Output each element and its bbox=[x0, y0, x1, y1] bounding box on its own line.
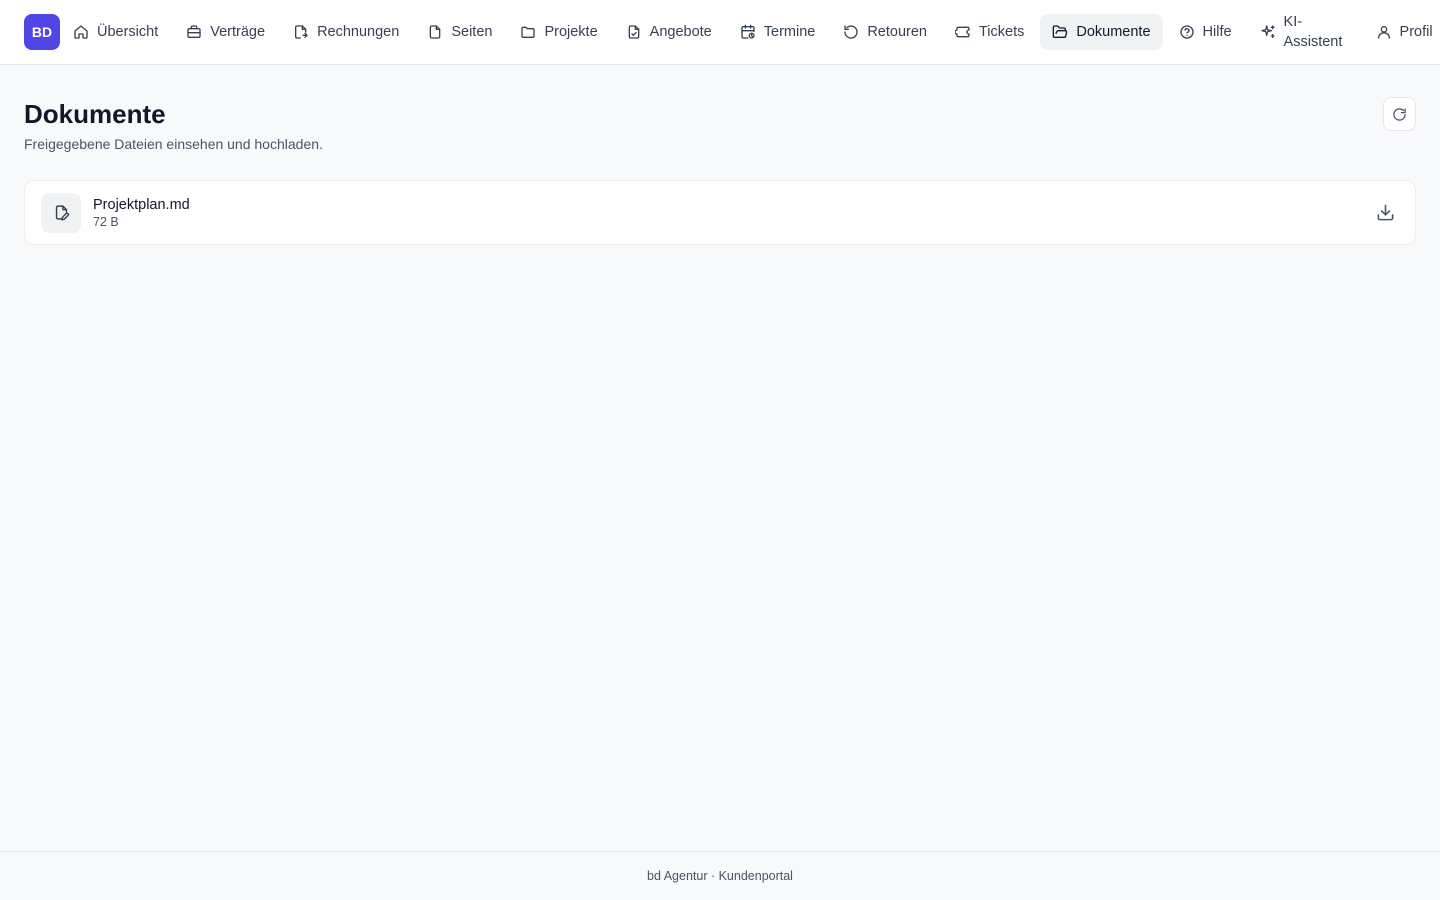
nav-item-label: Seiten bbox=[451, 24, 493, 40]
nav-item-label: Verträge bbox=[210, 24, 266, 40]
nav-item-label: KI-Assistent bbox=[1283, 14, 1343, 50]
file-size: 72 B bbox=[93, 215, 119, 229]
file-meta: Projektplan.md 72 B bbox=[93, 196, 190, 229]
page-header: Dokumente Freigegebene Dateien einsehen … bbox=[24, 97, 1416, 152]
nav-item-label: Termine bbox=[763, 24, 816, 40]
file-icon bbox=[427, 24, 443, 40]
home-icon bbox=[73, 24, 89, 40]
nav-item-seiten[interactable]: Seiten bbox=[415, 14, 504, 50]
nav-item-ki-assistent[interactable]: KI-Assistent bbox=[1248, 10, 1360, 54]
footer-text: bd Agentur · Kundenportal bbox=[647, 869, 793, 883]
folder-icon bbox=[520, 24, 536, 40]
nav-item-angebote[interactable]: Angebote bbox=[614, 14, 724, 50]
avatar[interactable]: BD bbox=[24, 14, 60, 50]
nav-item-label: Rechnungen bbox=[317, 24, 400, 40]
nav-item-label: Profil bbox=[1399, 24, 1433, 40]
download-button[interactable] bbox=[1371, 199, 1399, 227]
refresh-icon bbox=[1392, 107, 1407, 122]
nav-item-projekte[interactable]: Projekte bbox=[508, 14, 609, 50]
nav-item-label: Retouren bbox=[867, 24, 927, 40]
folder-open-icon bbox=[1052, 24, 1068, 40]
invoice-icon bbox=[293, 24, 309, 40]
nav-item-label: Projekte bbox=[544, 24, 598, 40]
briefcase-icon bbox=[186, 24, 202, 40]
help-circle-icon bbox=[1179, 24, 1195, 40]
undo-icon bbox=[843, 24, 859, 40]
file-edit-icon bbox=[41, 192, 81, 233]
nav-item-label: Hilfe bbox=[1202, 24, 1232, 40]
nav-item-label: Dokumente bbox=[1076, 24, 1151, 40]
nav-item-retouren[interactable]: Retouren bbox=[831, 14, 939, 50]
page-title: Dokumente bbox=[24, 99, 166, 129]
top-navigation-bar: BD Übersicht Verträge Rechnungen Seiten bbox=[0, 0, 1440, 65]
ticket-icon bbox=[954, 24, 971, 40]
nav-item-dokumente[interactable]: Dokumente bbox=[1040, 14, 1163, 50]
file-check-icon bbox=[626, 24, 642, 40]
nav-item-label: Angebote bbox=[649, 24, 712, 40]
nav-item-vertraege[interactable]: Verträge bbox=[174, 14, 277, 50]
refresh-button[interactable] bbox=[1383, 97, 1416, 131]
calendar-clock-icon bbox=[740, 24, 756, 40]
file-list-item: Projektplan.md 72 B bbox=[24, 180, 1416, 245]
page-subtitle: Freigegebene Dateien einsehen und hochla… bbox=[24, 136, 323, 152]
footer: bd Agentur · Kundenportal bbox=[0, 851, 1440, 900]
nav-item-profil[interactable]: Profil bbox=[1364, 14, 1440, 50]
nav-item-label: Tickets bbox=[978, 24, 1025, 40]
download-icon bbox=[1376, 203, 1395, 222]
sparkles-icon bbox=[1260, 24, 1276, 40]
user-icon bbox=[1376, 24, 1392, 40]
nav-item-label: Übersicht bbox=[97, 24, 159, 40]
nav-item-tickets[interactable]: Tickets bbox=[943, 14, 1036, 50]
nav-item-rechnungen[interactable]: Rechnungen bbox=[281, 14, 411, 50]
nav-item-termine[interactable]: Termine bbox=[728, 14, 828, 50]
file-name: Projektplan.md bbox=[93, 197, 190, 213]
nav-item-uebersicht[interactable]: Übersicht bbox=[61, 14, 170, 50]
main-nav: Übersicht Verträge Rechnungen Seiten Pro… bbox=[61, 10, 1440, 54]
nav-item-hilfe[interactable]: Hilfe bbox=[1167, 14, 1244, 50]
